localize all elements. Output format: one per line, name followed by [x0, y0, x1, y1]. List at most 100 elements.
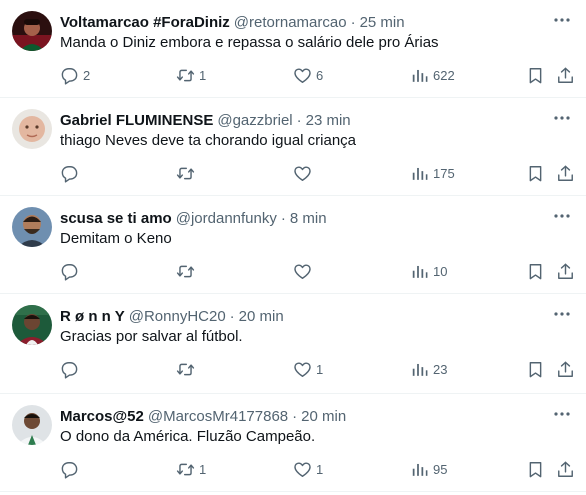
more-horizontal-icon	[554, 18, 570, 22]
tweet-text: Gracias por salvar al fútbol.	[60, 328, 243, 345]
author-name[interactable]: R ø n n Y	[60, 308, 125, 325]
like-button[interactable]	[293, 260, 316, 282]
separator-dot: ·	[292, 407, 298, 425]
more-options-button[interactable]	[550, 404, 574, 424]
like-button[interactable]: 6	[293, 64, 323, 86]
share-button[interactable]	[556, 162, 575, 184]
views-button[interactable]: 23	[410, 358, 447, 380]
share-button[interactable]	[556, 358, 575, 380]
views-button[interactable]: 95	[410, 458, 447, 480]
share-button[interactable]	[556, 260, 575, 282]
bookmark-button[interactable]	[526, 458, 545, 480]
reply-icon	[61, 361, 78, 379]
timestamp[interactable]: 20 min	[239, 308, 284, 325]
reply-icon	[61, 461, 78, 479]
reply-button[interactable]	[60, 162, 83, 184]
bookmark-button[interactable]	[526, 64, 545, 86]
retweet-button[interactable]: 1	[176, 458, 206, 480]
view-count: 622	[433, 67, 455, 83]
tweet[interactable]: Marcos@52 @MarcosMr4177868 · 20 min O do…	[0, 394, 586, 492]
tweet-header: scusa se ti amo @jordannfunky · 8 min	[60, 208, 574, 228]
tweet[interactable]: R ø n n Y @RonnyHC20 · 20 min Gracias po…	[0, 294, 586, 394]
retweet-button[interactable]: 1	[176, 64, 206, 86]
more-horizontal-icon	[554, 312, 570, 316]
more-options-button[interactable]	[550, 206, 574, 226]
share-button[interactable]	[556, 458, 575, 480]
author-handle[interactable]: @retornamarcao	[234, 14, 347, 31]
bookmark-icon	[529, 263, 542, 279]
like-button[interactable]: 1	[293, 358, 323, 380]
author-handle[interactable]: @jordannfunky	[176, 210, 277, 227]
tweet-text: Manda o Diniz embora e repassa o salário…	[60, 34, 439, 51]
separator-dot: ·	[280, 209, 286, 227]
tweet-actions: 1 1 95	[60, 458, 586, 480]
like-count: 1	[316, 361, 324, 377]
author-name[interactable]: Marcos@52	[60, 408, 144, 425]
avatar[interactable]	[12, 109, 52, 149]
views-button[interactable]: 622	[410, 64, 455, 86]
bookmark-button[interactable]	[526, 358, 545, 380]
tweet-actions: 1 23	[60, 358, 586, 380]
avatar[interactable]	[12, 11, 52, 51]
avatar[interactable]	[12, 305, 52, 345]
reply-button[interactable]	[60, 358, 83, 380]
share-button[interactable]	[556, 64, 575, 86]
reply-count: 2	[83, 67, 91, 83]
reply-icon	[61, 263, 78, 281]
more-horizontal-icon	[554, 412, 570, 416]
retweet-count: 1	[199, 461, 207, 477]
retweet-button[interactable]	[176, 162, 199, 184]
views-icon	[412, 265, 428, 278]
reply-button[interactable]	[60, 260, 83, 282]
tweet-actions: 175	[60, 162, 586, 184]
bookmark-button[interactable]	[526, 260, 545, 282]
reply-icon	[61, 67, 78, 85]
retweet-icon	[176, 463, 195, 475]
views-button[interactable]: 10	[410, 260, 447, 282]
timestamp[interactable]: 25 min	[360, 14, 405, 31]
views-button[interactable]: 175	[410, 162, 455, 184]
heart-icon	[294, 361, 311, 377]
like-button[interactable]	[293, 162, 316, 184]
separator-dot: ·	[350, 13, 356, 31]
tweet[interactable]: scusa se ti amo @jordannfunky · 8 min De…	[0, 196, 586, 294]
more-options-button[interactable]	[550, 108, 574, 128]
author-handle[interactable]: @MarcosMr4177868	[148, 408, 288, 425]
heart-icon	[294, 67, 311, 83]
bookmark-icon	[529, 165, 542, 181]
bookmark-icon	[529, 461, 542, 477]
heart-icon	[294, 263, 311, 279]
avatar[interactable]	[12, 405, 52, 445]
retweet-icon	[176, 363, 195, 375]
more-options-button[interactable]	[550, 10, 574, 30]
timestamp[interactable]: 23 min	[306, 112, 351, 129]
timestamp[interactable]: 8 min	[290, 210, 327, 227]
tweet-text: O dono da América. Fluzão Campeão.	[60, 428, 316, 445]
tweet-header: Gabriel FLUMINENSE @gazzbriel · 23 min	[60, 110, 574, 130]
reply-icon	[61, 165, 78, 183]
retweet-icon	[176, 265, 195, 277]
bookmark-button[interactable]	[526, 162, 545, 184]
author-name[interactable]: Voltamarcao #ForaDiniz	[60, 14, 230, 31]
author-handle[interactable]: @gazzbriel	[217, 112, 292, 129]
author-name[interactable]: Gabriel FLUMINENSE	[60, 112, 213, 129]
timestamp[interactable]: 20 min	[301, 408, 346, 425]
like-button[interactable]: 1	[293, 458, 323, 480]
avatar[interactable]	[12, 207, 52, 247]
reply-button[interactable]: 2	[60, 64, 90, 86]
more-options-button[interactable]	[550, 304, 574, 324]
retweet-button[interactable]	[176, 358, 199, 380]
share-icon	[558, 361, 573, 377]
retweet-button[interactable]	[176, 260, 199, 282]
author-handle[interactable]: @RonnyHC20	[129, 308, 226, 325]
heart-icon	[294, 461, 311, 477]
tweet-header: R ø n n Y @RonnyHC20 · 20 min	[60, 306, 574, 326]
tweet[interactable]: Voltamarcao #ForaDiniz @retornamarcao · …	[0, 0, 586, 98]
view-count: 95	[433, 461, 448, 477]
reply-button[interactable]	[60, 458, 83, 480]
retweet-count: 1	[199, 67, 207, 83]
author-name[interactable]: scusa se ti amo	[60, 210, 172, 227]
bookmark-icon	[529, 361, 542, 377]
tweet[interactable]: Gabriel FLUMINENSE @gazzbriel · 23 min t…	[0, 98, 586, 196]
views-icon	[412, 363, 428, 376]
